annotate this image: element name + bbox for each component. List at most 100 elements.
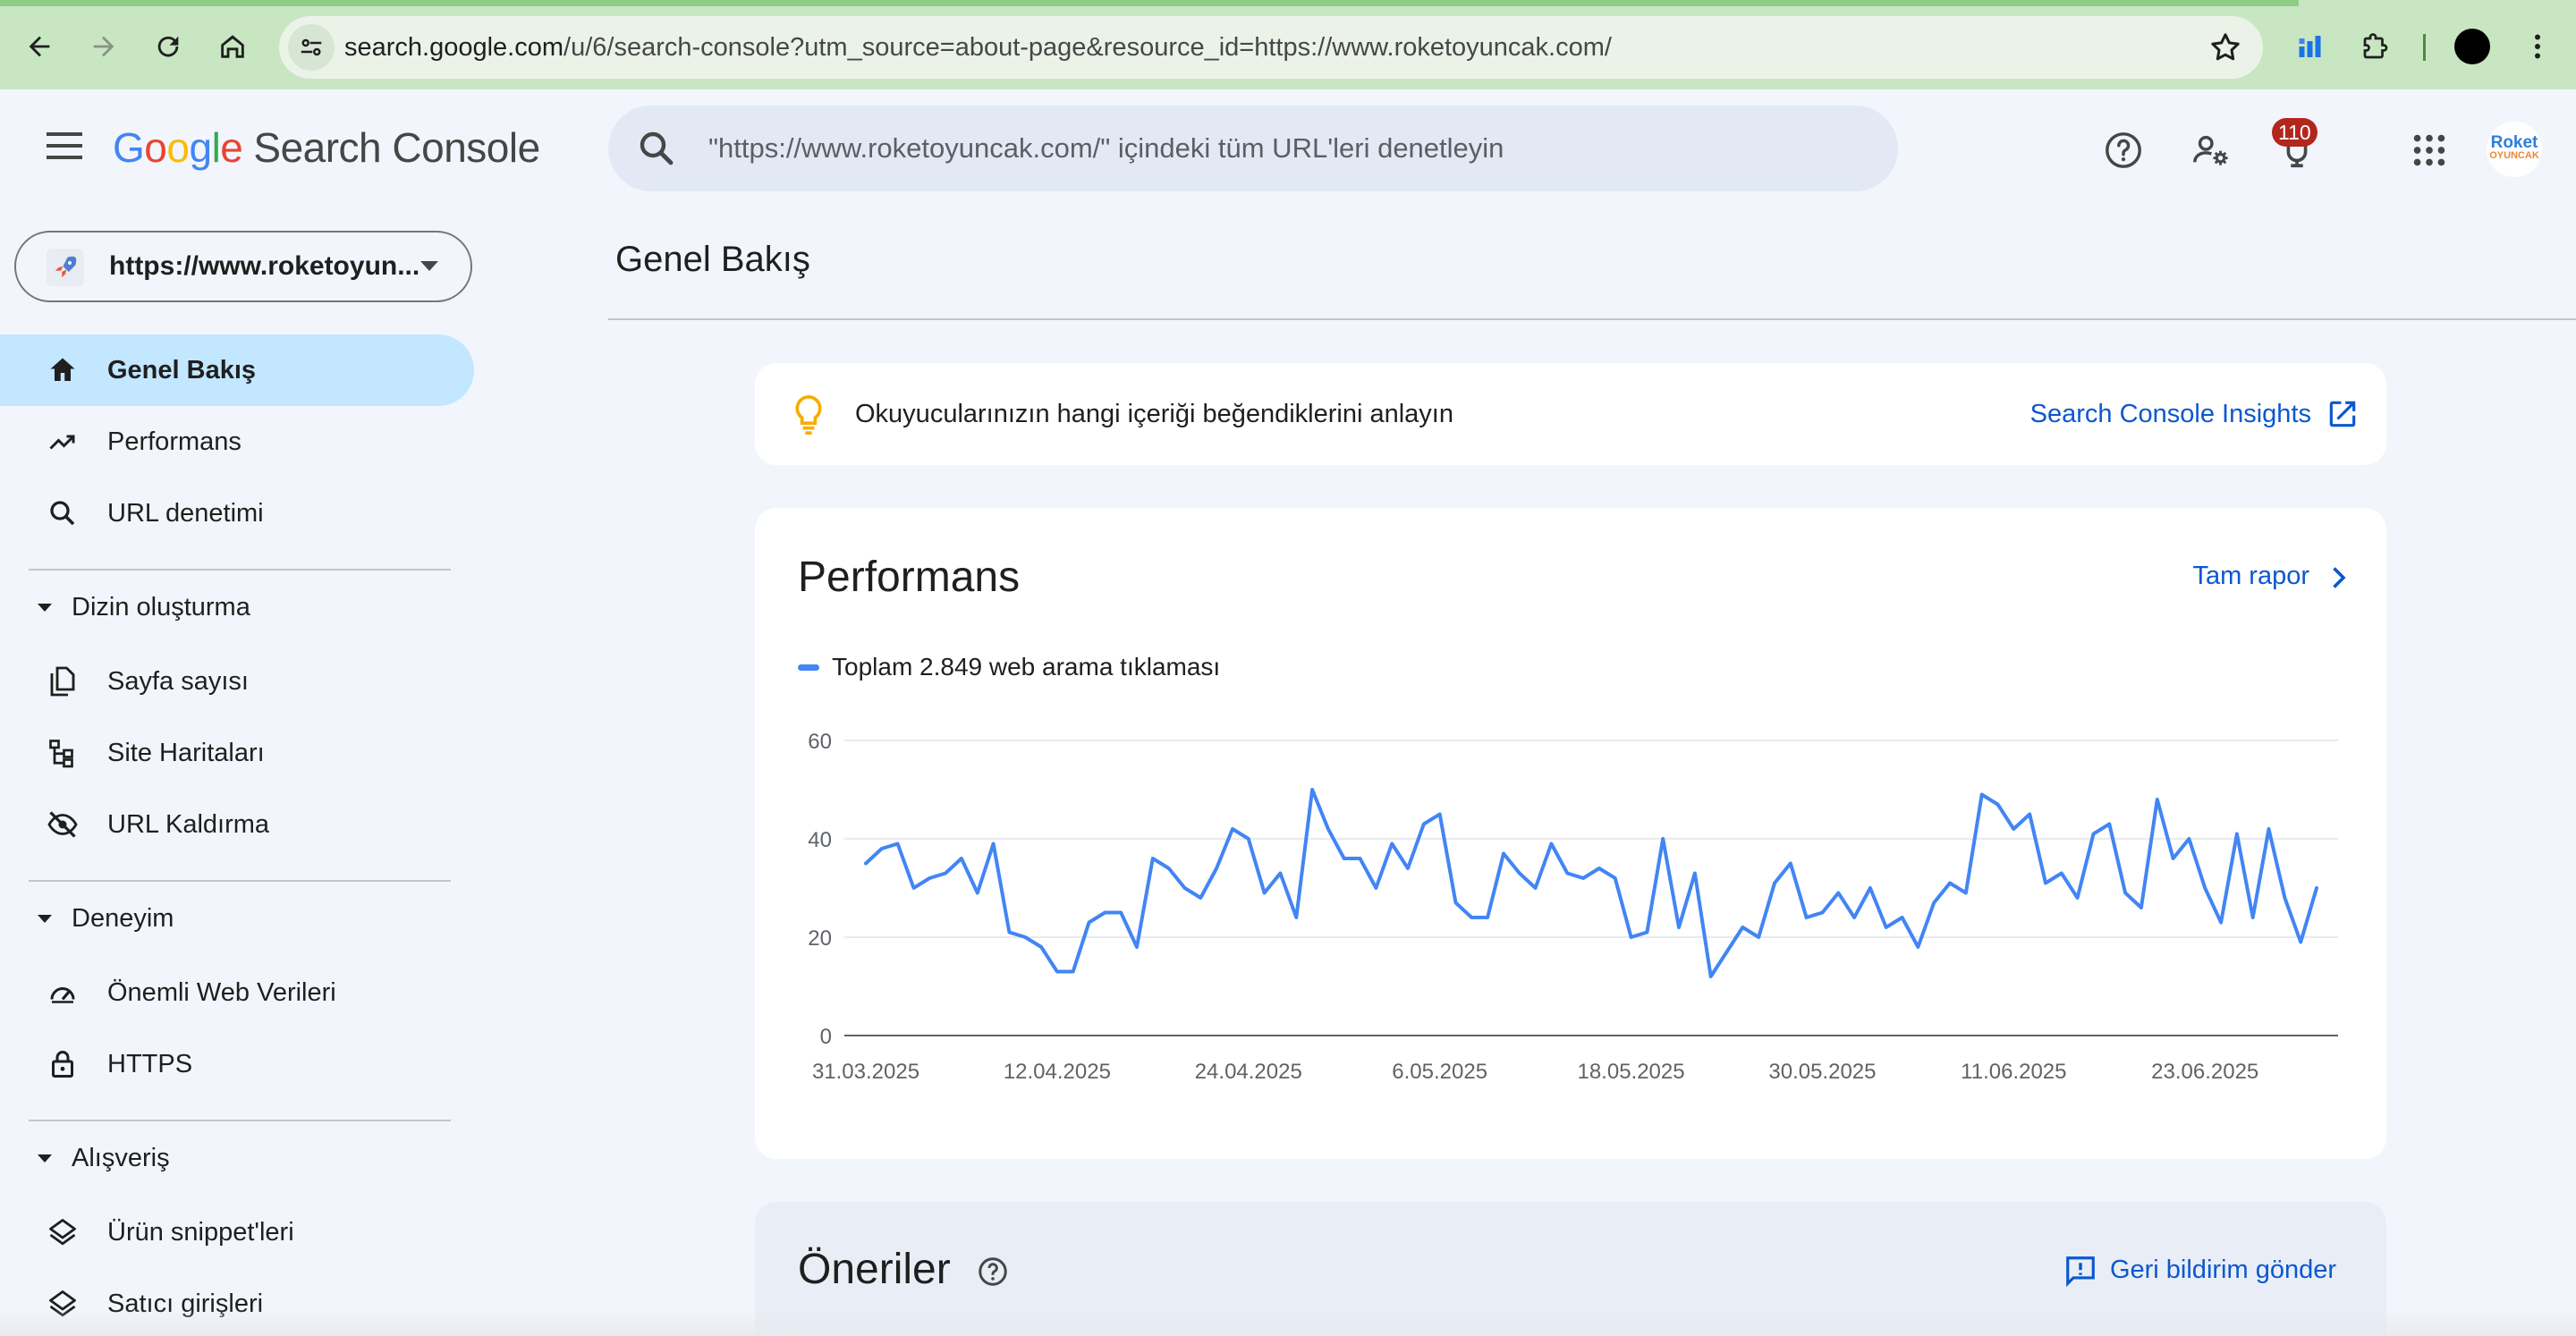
search-icon: [640, 131, 674, 165]
insights-card: Okuyucularınızın hangi içeriği beğendikl…: [755, 363, 2386, 465]
sidebar-item-label: Genel Bakış: [107, 355, 257, 385]
feedback-label: Geri bildirim gönder: [2109, 1256, 2336, 1284]
speed-gauge-icon: [45, 975, 80, 1010]
app-header: Google Search Console "https://www.roketo…: [0, 89, 2576, 197]
more-vert-icon[interactable]: [2520, 29, 2555, 64]
bookmark-star-icon[interactable]: [2207, 30, 2243, 65]
site-info-icon[interactable]: [288, 24, 335, 71]
product-name: Search Console: [253, 124, 540, 171]
y-tick-label: 40: [808, 828, 832, 852]
visibility-off-icon: [45, 807, 80, 842]
search-icon: [45, 495, 80, 531]
x-tick-label: 11.06.2025: [1961, 1060, 2066, 1084]
legend-swatch: [798, 664, 819, 671]
search-placeholder: "https://www.roketoyuncak.com/" içindeki…: [708, 132, 1504, 164]
section-indexing[interactable]: Dizin oluşturma: [0, 581, 474, 633]
search-console-logo[interactable]: Google Search Console: [113, 123, 540, 177]
x-tick-label: 23.06.2025: [2151, 1060, 2258, 1084]
sidebar-item-pages[interactable]: Sayfa sayısı: [0, 646, 474, 717]
logo-letter: G: [113, 124, 145, 171]
screen-edge-shadow: [0, 1309, 2576, 1336]
home-icon: [45, 352, 80, 388]
section-experience[interactable]: Deneyim: [0, 892, 474, 944]
help-icon[interactable]: [977, 1256, 1009, 1288]
open-in-new-icon[interactable]: [2326, 397, 2360, 431]
legend-label: Toplam 2.849 web arama tıklaması: [832, 653, 1221, 681]
url-path: /u/6/search-console?utm_source=about-pag…: [564, 33, 1612, 62]
rocket-icon: [47, 249, 84, 286]
trending-up-icon: [45, 424, 80, 460]
y-tick-label: 20: [808, 926, 832, 951]
browser-toolbar: search.google.com/u/6/search-console?utm…: [0, 0, 2576, 89]
sidebar-item-product-snippets[interactable]: Ürün snippet'leri: [0, 1196, 474, 1268]
page-title: Genel Bakış: [615, 240, 810, 279]
logo-letter: l: [211, 124, 221, 171]
layers-icon: [45, 1214, 80, 1250]
sidebar-item-url-inspection[interactable]: URL denetimi: [0, 478, 474, 549]
extensions-puzzle-icon[interactable]: [2356, 27, 2395, 66]
insights-text: Okuyucularınızın hangi içeriği beğendikl…: [855, 400, 1453, 428]
sidebar-item-label: Site Haritaları: [107, 738, 265, 767]
section-shopping[interactable]: Alışveriş: [0, 1132, 474, 1184]
url-inspection-search[interactable]: "https://www.roketoyuncak.com/" içindeki…: [608, 106, 1898, 191]
sidebar-item-label: Önemli Web Verileri: [107, 977, 336, 1007]
forward-icon[interactable]: [82, 25, 125, 68]
x-tick-label: 18.05.2025: [1577, 1060, 1684, 1084]
pages-icon: [45, 664, 80, 699]
apps-grid-icon[interactable]: [2404, 125, 2454, 175]
sidebar-divider: [29, 569, 451, 571]
y-tick-label: 0: [820, 1025, 832, 1049]
sidebar-item-https[interactable]: HTTPS: [0, 1028, 474, 1100]
profile-icon[interactable]: [2454, 29, 2490, 64]
address-bar[interactable]: search.google.com/u/6/search-console?utm…: [279, 16, 2263, 79]
caret-down-icon: [38, 1154, 52, 1163]
x-tick-label: 31.03.2025: [812, 1060, 919, 1084]
section-title: Deneyim: [72, 903, 174, 933]
performance-title: Performans: [798, 554, 1021, 601]
sidebar-divider: [29, 1120, 451, 1121]
caret-down-icon: [38, 914, 52, 923]
feedback-icon: [2066, 1256, 2095, 1288]
sidebar-item-label: Ürün snippet'leri: [107, 1217, 294, 1247]
sidebar-item-removals[interactable]: URL Kaldırma: [0, 789, 474, 860]
extension-chart-icon[interactable]: [2292, 27, 2331, 66]
logo-letter: o: [166, 124, 190, 171]
section-title: Dizin oluşturma: [72, 592, 250, 621]
y-tick-label: 60: [808, 730, 832, 754]
chart-legend[interactable]: Toplam 2.849 web arama tıklaması: [798, 649, 1220, 685]
toolbar-divider: [2423, 34, 2426, 61]
main-menu-icon[interactable]: [38, 127, 91, 168]
notifications-badge: 110: [2272, 118, 2318, 147]
manage-users-icon[interactable]: [2186, 125, 2236, 175]
property-selector[interactable]: https://www.roketoyun...: [14, 231, 472, 302]
sidebar-item-overview[interactable]: Genel Bakış: [0, 334, 474, 406]
recommendations-title: Öneriler: [798, 1246, 951, 1293]
sidebar-item-sitemaps[interactable]: Site Haritaları: [0, 717, 474, 789]
help-icon[interactable]: [2098, 125, 2148, 175]
section-title: Alışveriş: [72, 1143, 170, 1172]
chevron-down-icon: [420, 261, 438, 271]
sidebar-item-performance[interactable]: Performans: [0, 406, 474, 478]
sidebar-item-core-web-vitals[interactable]: Önemli Web Verileri: [0, 957, 474, 1028]
sidebar-nav: Genel Bakış Performans URL denetimi Dizi…: [0, 334, 474, 1336]
back-icon[interactable]: [18, 25, 61, 68]
clicks-line-chart[interactable]: 0 20 40 60 31.03.2025 12.04.2025 24.04.2025 6.0…: [755, 705, 2386, 1134]
property-url: https://www.roketoyun...: [109, 251, 420, 281]
x-tick-label: 24.04.2025: [1195, 1060, 1302, 1084]
performance-card: Performans Tam rapor Toplam 2.849 web ar…: [755, 508, 2386, 1159]
send-feedback-link[interactable]: Geri bildirim gönder: [2063, 1256, 2336, 1288]
url-text[interactable]: search.google.com/u/6/search-console?utm…: [344, 16, 1612, 79]
sidebar-item-label: URL Kaldırma: [107, 809, 270, 839]
x-tick-label: 12.04.2025: [1004, 1060, 1111, 1084]
clicks-series-line: [864, 788, 2318, 978]
chevron-right-icon[interactable]: [2322, 562, 2354, 594]
account-avatar[interactable]: Roket OYUNCAK: [2487, 122, 2542, 177]
full-report-link[interactable]: Tam rapor: [2192, 562, 2309, 591]
sidebar-item-label: Sayfa sayısı: [107, 666, 249, 696]
reload-icon[interactable]: [147, 25, 190, 68]
search-console-insights-link[interactable]: Search Console Insights: [2030, 363, 2311, 465]
sidebar-item-label: Performans: [107, 427, 242, 456]
sitemap-icon: [45, 735, 80, 771]
title-divider: [608, 318, 2576, 320]
home-icon[interactable]: [211, 25, 254, 68]
